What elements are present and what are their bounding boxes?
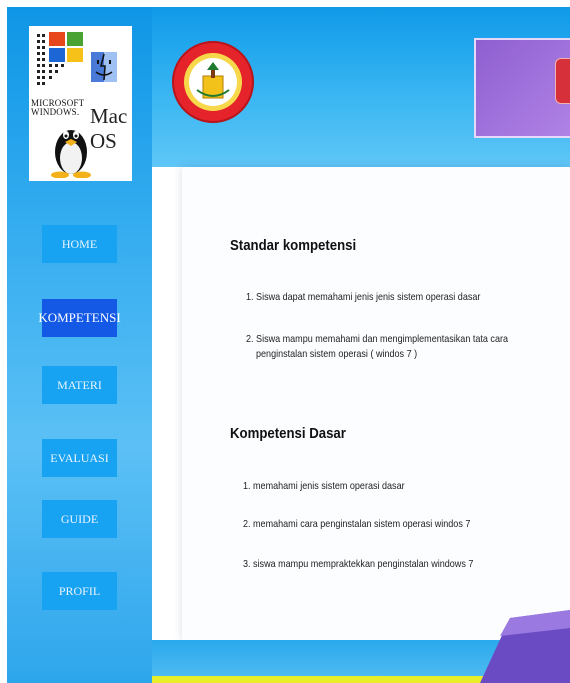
tux-penguin-icon <box>51 130 91 178</box>
list-item: 1. memahami jenis sistem operasi dasar <box>243 480 405 492</box>
close-icon[interactable] <box>555 58 570 104</box>
nav-materi-button[interactable]: MATERI <box>42 366 117 404</box>
nav-guide-button[interactable]: GUIDE <box>42 500 117 538</box>
list-item: penginstalan sistem operasi ( windos 7 ) <box>256 348 418 360</box>
section-title-dasar: Kompetensi Dasar <box>230 425 346 442</box>
nav-kompetensi-button[interactable]: KOMPETENSI <box>38 299 121 337</box>
mac-face-icon <box>91 52 117 82</box>
nav-profil-button[interactable]: PROFIL <box>42 572 117 610</box>
windows-logo-text: MICROSOFT WINDOWS. <box>31 98 85 117</box>
content-panel: Standar kompetensi 1. Siswa dapat memaha… <box>182 167 570 640</box>
list-item: 3. siswa mampu mempraktekkan penginstala… <box>243 558 474 570</box>
list-item: 2. Siswa mampu memahami dan mengimplemen… <box>246 333 508 345</box>
footer-strip <box>152 676 492 683</box>
nav-evaluasi-button[interactable]: EVALUASI <box>42 439 117 477</box>
decorative-wedge <box>480 610 570 683</box>
os-logos-panel: MICROSOFT WINDOWS. Mac OS <box>29 26 132 181</box>
section-title-standar: Standar kompetensi <box>230 237 357 254</box>
windows-flag-icon <box>37 32 83 85</box>
university-seal-icon <box>172 41 254 123</box>
mac-logo-text: Mac OS <box>90 104 128 153</box>
list-item: 1. Siswa dapat memahami jenis jenis sist… <box>246 291 481 303</box>
list-item: 2. memahami cara penginstalan sistem ope… <box>243 518 471 530</box>
nav-home-button[interactable]: HOME <box>42 225 117 263</box>
